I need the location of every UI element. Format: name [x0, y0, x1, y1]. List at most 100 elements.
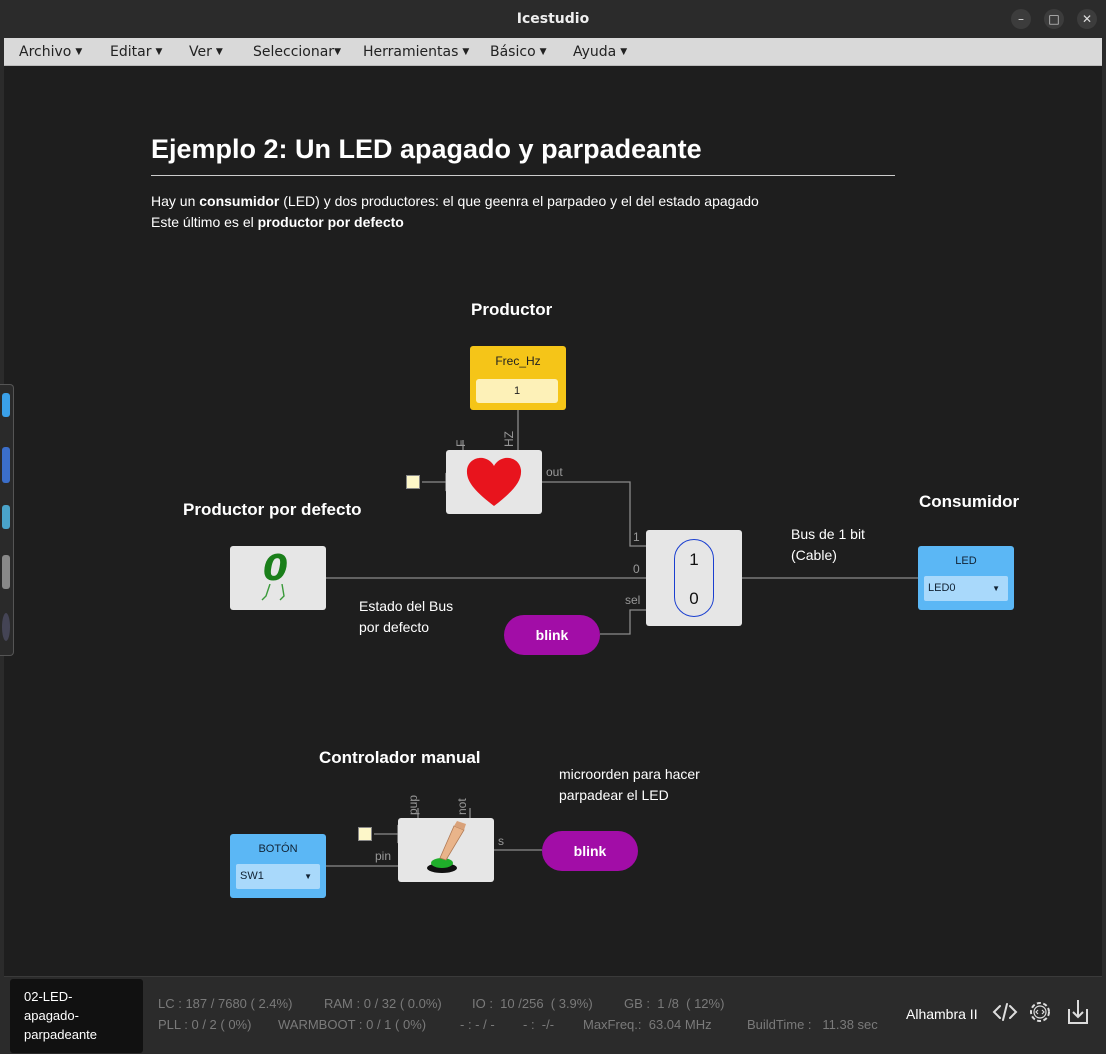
doc-line-2: Este último es el productor por defecto	[151, 212, 404, 233]
port-label-in0: 0	[633, 562, 640, 576]
caret-down-icon: ▼	[75, 47, 83, 57]
dock-app-icon[interactable]	[2, 505, 10, 529]
note-line: por defecto	[359, 619, 430, 635]
port-label-out: out	[546, 465, 563, 479]
mux-symbol-top: 1	[689, 550, 699, 569]
window-titlebar: Icestudio – □ ✕	[0, 0, 1106, 38]
verify-code-icon[interactable]	[991, 997, 1019, 1027]
note-microorden: microorden para hacer parpadear el LED	[559, 764, 700, 806]
clock-input-square[interactable]	[406, 475, 420, 489]
upload-download-icon[interactable]	[1064, 997, 1092, 1027]
menu-archivo[interactable]: Archivo ▼	[19, 44, 82, 60]
heading-controlador-manual: Controlador manual	[319, 748, 481, 767]
note-line: parpadear el LED	[559, 787, 669, 803]
board-name[interactable]: Alhambra II	[906, 1006, 978, 1022]
doc-title: Ejemplo 2: Un LED apagado y parpadeante	[151, 134, 702, 164]
stat-warmboot: WARMBOOT : 0 / 1 ( 0%)	[278, 1017, 427, 1032]
dock-app-icon[interactable]	[2, 613, 10, 641]
mux-symbol-bottom: 0	[689, 589, 699, 608]
mux-block[interactable]: 1 0	[646, 530, 742, 626]
note-estado-bus: Estado del Bus por defecto	[359, 596, 453, 638]
menu-ayuda[interactable]: Ayuda ▼	[573, 44, 627, 60]
text: Hay un	[151, 193, 200, 209]
led-label: LED	[955, 555, 977, 567]
dock-app-icon[interactable]	[2, 393, 10, 417]
freq-value-input[interactable]: 1	[476, 379, 558, 403]
port-label-not: not	[455, 798, 469, 815]
text: (LED) y dos productores: el que geenra e…	[279, 193, 759, 209]
note-line: Estado del Bus	[359, 598, 454, 614]
note-line: (Cable)	[791, 547, 837, 563]
heart-icon	[466, 457, 522, 506]
caret-down-icon: ▼	[215, 47, 223, 57]
heading-productor-defecto: Productor por defecto	[183, 500, 362, 519]
menu-label: Básico	[490, 44, 536, 60]
blink-label-output[interactable]: blink	[542, 831, 638, 871]
led-output-block[interactable]: LED LED0 ▼	[918, 546, 1014, 610]
legs-icon	[261, 584, 285, 601]
dock-app-icon[interactable]	[2, 447, 10, 483]
stat-timing-1: - : - / -	[460, 1017, 495, 1032]
port-label-sel: sel	[625, 593, 641, 607]
menu-seleccionar[interactable]: Seleccionar▼	[253, 44, 341, 60]
dropdown-arrow-icon: ▼	[304, 872, 312, 881]
project-name-line: parpadeante	[24, 1027, 98, 1042]
boton-input-block[interactable]: BOTÓN SW1 ▼	[230, 834, 326, 898]
mux-symbol: 1 0	[674, 539, 714, 617]
heading-consumidor: Consumidor	[919, 492, 1020, 511]
stat-lc: LC : 187 / 7680 ( 2.4%)	[158, 996, 293, 1011]
project-name-line: 02-LED-	[24, 989, 73, 1004]
heading-productor: Productor	[471, 300, 553, 319]
freq-label: Frec_Hz	[495, 354, 541, 368]
maximize-button[interactable]: □	[1044, 9, 1064, 29]
clock-input-square[interactable]	[358, 827, 372, 841]
menu-editar[interactable]: Editar ▼	[110, 44, 162, 60]
text-bold: productor por defecto	[257, 214, 404, 230]
menu-label: Editar	[110, 44, 152, 60]
port-label-s: s	[498, 834, 504, 848]
project-name[interactable]: 02-LED- apagado- parpadeante	[10, 979, 143, 1053]
note-line: Bus de 1 bit	[791, 526, 865, 542]
stat-buildtime: BuildTime : 11.38 sec	[747, 1017, 878, 1032]
menu-label: Herramientas	[363, 44, 459, 60]
menu-basico[interactable]: Básico ▼	[490, 44, 547, 60]
title-divider	[151, 175, 895, 176]
menu-label: Ver	[189, 44, 212, 60]
note-bus: Bus de 1 bit (Cable)	[791, 524, 865, 566]
port-label-in1: 1	[633, 530, 640, 544]
boton-pin-value: SW1	[240, 870, 264, 882]
stat-gb: GB : 1 /8 ( 12%)	[624, 996, 725, 1011]
stat-pll: PLL : 0 / 2 ( 0%)	[158, 1017, 252, 1032]
caret-down-icon: ▼	[462, 47, 470, 57]
constant-zero-block[interactable]: 0	[230, 546, 326, 610]
status-bar: 02-LED- apagado- parpadeante LC : 187 / …	[4, 976, 1102, 1054]
window-right-border	[1102, 38, 1106, 1054]
led-pin-value: LED0	[928, 582, 956, 594]
doc-line-1: Hay un consumidor (LED) y dos productore…	[151, 191, 759, 212]
menu-label: Archivo	[19, 44, 72, 60]
port-label-hz: HZ	[502, 431, 516, 447]
led-pin-select[interactable]: LED0 ▼	[924, 576, 1008, 601]
caret-down-icon: ▼	[334, 47, 341, 57]
button-driver-block[interactable]	[398, 818, 494, 882]
side-dock	[0, 384, 14, 656]
blink-label-input[interactable]: blink	[504, 615, 600, 655]
menubar: Archivo ▼ Editar ▼ Ver ▼ Seleccionar▼ Herra…	[4, 38, 1102, 66]
menu-label: Ayuda	[573, 44, 617, 60]
close-button[interactable]: ✕	[1077, 9, 1097, 29]
dock-app-icon[interactable]	[2, 555, 10, 589]
freq-constant-block[interactable]: Frec_Hz 1	[470, 346, 566, 410]
minimize-button[interactable]: –	[1011, 9, 1031, 29]
stat-maxfreq: MaxFreq.: 63.04 MHz	[583, 1017, 712, 1032]
stat-io: IO : 10 /256 ( 3.9%)	[472, 996, 593, 1011]
port-label-f: F	[454, 439, 468, 447]
boton-pin-select[interactable]: SW1 ▼	[236, 864, 320, 889]
window-title: Icestudio	[516, 11, 590, 27]
menu-herramientas[interactable]: Herramientas ▼	[363, 44, 469, 60]
menu-ver[interactable]: Ver ▼	[189, 44, 223, 60]
dropdown-arrow-icon: ▼	[992, 584, 1000, 593]
heartbeat-block[interactable]	[446, 450, 542, 514]
build-gear-icon[interactable]	[1026, 997, 1054, 1027]
text: Este último es el	[151, 214, 258, 230]
boton-label: BOTÓN	[258, 843, 298, 855]
